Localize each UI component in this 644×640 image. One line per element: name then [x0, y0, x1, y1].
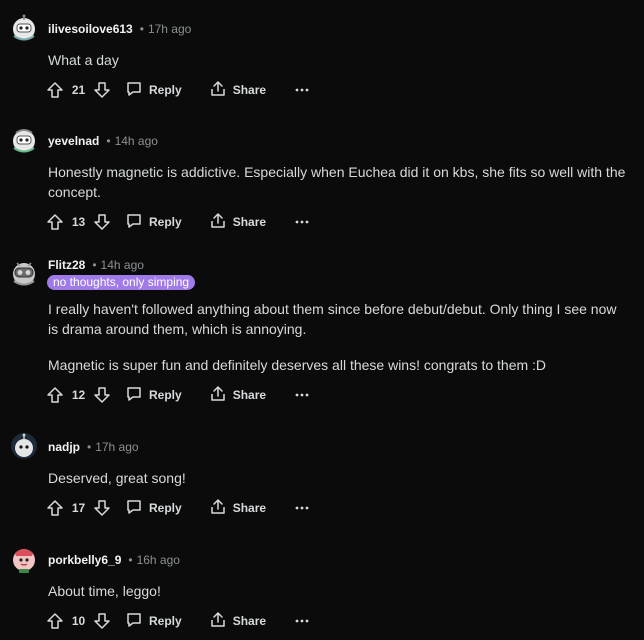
- more-options-icon[interactable]: [295, 220, 309, 224]
- downvote-icon[interactable]: [93, 213, 111, 231]
- vote-group: 10: [46, 612, 114, 630]
- username[interactable]: Flitz28: [48, 258, 85, 272]
- username[interactable]: ilivesoilove613: [48, 22, 133, 36]
- share-icon: [209, 385, 227, 406]
- comment-meta: ilivesoilove613 • 17h ago: [48, 21, 191, 37]
- reply-button[interactable]: Reply: [125, 385, 182, 406]
- downvote-icon[interactable]: [93, 499, 111, 517]
- share-label: Share: [232, 215, 267, 229]
- share-label: Share: [232, 83, 267, 97]
- timestamp[interactable]: 14h ago: [115, 134, 158, 148]
- comment-text: What a day: [48, 52, 119, 68]
- vote-group: 12: [46, 386, 114, 404]
- reply-button[interactable]: Reply: [125, 80, 182, 101]
- comment-text: I really haven't followed anything about…: [48, 301, 617, 317]
- more-options-icon[interactable]: [295, 619, 309, 623]
- comment-text: concept.: [48, 184, 101, 200]
- more-options-icon[interactable]: [295, 88, 309, 92]
- vote-count: 10: [71, 614, 86, 628]
- timestamp[interactable]: 17h ago: [148, 22, 191, 36]
- vote-count: 21: [71, 83, 86, 97]
- timestamp[interactable]: 14h ago: [101, 258, 144, 272]
- vote-count: 17: [71, 501, 86, 515]
- reply-button[interactable]: Reply: [125, 611, 182, 632]
- user-avatar[interactable]: [8, 257, 40, 289]
- share-label: Share: [232, 501, 267, 515]
- downvote-icon[interactable]: [93, 386, 111, 404]
- comment-text: About time, leggo!: [48, 583, 161, 599]
- separator-dot: •: [87, 440, 92, 454]
- downvote-icon[interactable]: [93, 81, 111, 99]
- separator-dot: •: [92, 258, 97, 272]
- comment-actions: 10 Reply Share: [46, 611, 309, 631]
- vote-group: 17: [46, 499, 114, 517]
- upvote-icon[interactable]: [46, 386, 64, 404]
- reply-label: Reply: [149, 614, 182, 628]
- share-icon: [209, 212, 227, 233]
- share-label: Share: [232, 388, 267, 402]
- downvote-icon[interactable]: [93, 612, 111, 630]
- share-button[interactable]: Share: [209, 212, 266, 233]
- vote-count: 13: [71, 215, 86, 229]
- comment-meta: Flitz28 • 14h ago: [48, 257, 144, 273]
- timestamp[interactable]: 17h ago: [95, 440, 138, 454]
- share-icon: [209, 80, 227, 101]
- upvote-icon[interactable]: [46, 81, 64, 99]
- reply-label: Reply: [149, 215, 182, 229]
- share-button[interactable]: Share: [209, 385, 266, 406]
- upvote-icon[interactable]: [46, 499, 64, 517]
- reply-label: Reply: [149, 501, 182, 515]
- reply-button[interactable]: Reply: [125, 212, 182, 233]
- comment-meta: nadjp • 17h ago: [48, 439, 139, 455]
- comment-text: Deserved, great song!: [48, 470, 186, 486]
- comment-actions: 13 Reply Share: [46, 212, 309, 232]
- reply-icon: [125, 212, 143, 233]
- share-button[interactable]: Share: [209, 611, 266, 632]
- upvote-icon[interactable]: [46, 213, 64, 231]
- comment-text: Magnetic is super fun and definitely des…: [48, 357, 547, 373]
- share-button[interactable]: Share: [209, 498, 266, 519]
- separator-dot: •: [139, 22, 144, 36]
- separator-dot: •: [106, 134, 111, 148]
- vote-count: 12: [71, 388, 86, 402]
- reply-button[interactable]: Reply: [125, 498, 182, 519]
- separator-dot: •: [128, 553, 133, 567]
- share-icon: [209, 611, 227, 632]
- comment-text: Honestly magnetic is addictive. Especial…: [48, 164, 626, 180]
- timestamp[interactable]: 16h ago: [137, 553, 180, 567]
- reply-icon: [125, 498, 143, 519]
- user-avatar[interactable]: [8, 430, 40, 462]
- vote-group: 13: [46, 213, 114, 231]
- comment-meta: yevelnad • 14h ago: [48, 133, 158, 149]
- reply-label: Reply: [149, 388, 182, 402]
- reply-icon: [125, 80, 143, 101]
- reply-icon: [125, 611, 143, 632]
- comment-actions: 17 Reply Share: [46, 498, 309, 518]
- username[interactable]: yevelnad: [48, 134, 99, 148]
- comment-actions: 21 Reply Share: [46, 80, 309, 100]
- user-avatar[interactable]: [8, 543, 40, 575]
- share-label: Share: [232, 614, 267, 628]
- username[interactable]: porkbelly6_9: [48, 553, 121, 567]
- user-avatar[interactable]: [8, 124, 40, 156]
- share-button[interactable]: Share: [209, 80, 266, 101]
- reply-label: Reply: [149, 83, 182, 97]
- user-flair: no thoughts, only simping: [47, 275, 196, 290]
- user-avatar[interactable]: [8, 12, 40, 44]
- comment-actions: 12 Reply Share: [46, 385, 309, 405]
- more-options-icon[interactable]: [295, 393, 309, 397]
- comment-text: is drama around them, which is annoying.: [48, 321, 307, 337]
- username[interactable]: nadjp: [48, 440, 80, 454]
- comment-meta: porkbelly6_9 • 16h ago: [48, 552, 180, 568]
- more-options-icon[interactable]: [295, 506, 309, 510]
- share-icon: [209, 498, 227, 519]
- upvote-icon[interactable]: [46, 612, 64, 630]
- vote-group: 21: [46, 81, 114, 99]
- reply-icon: [125, 385, 143, 406]
